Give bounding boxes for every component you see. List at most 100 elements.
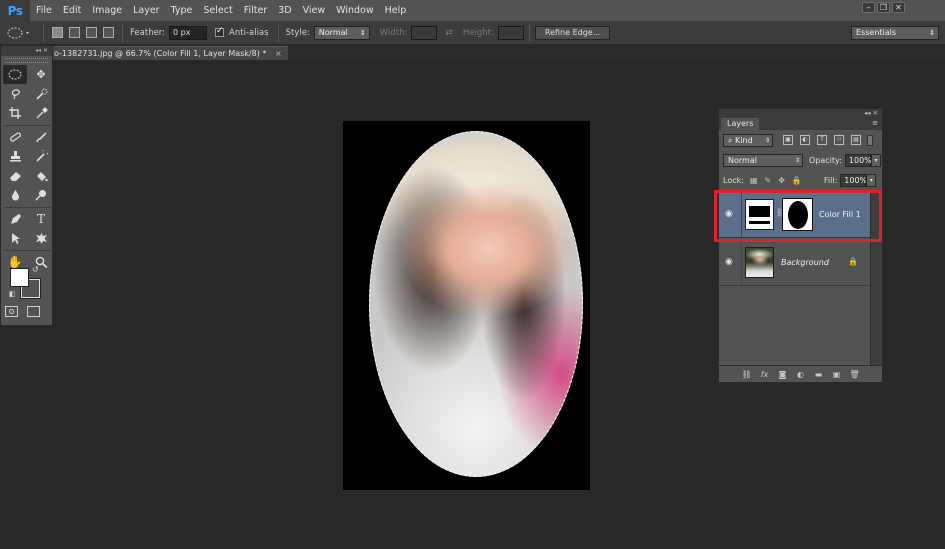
minimize-button[interactable]: –	[862, 2, 875, 13]
width-input[interactable]	[411, 25, 438, 40]
trash-icon[interactable]: 🗑	[850, 370, 860, 379]
antialias-checkbox[interactable]	[215, 26, 225, 37]
swap-colors-icon[interactable]: ↺	[32, 265, 39, 274]
lasso-tool[interactable]	[3, 85, 27, 104]
screen-mode-button[interactable]	[27, 306, 40, 317]
dodge-tool[interactable]	[29, 186, 53, 205]
restore-button[interactable]: ❐	[877, 2, 890, 13]
opacity-dropdown[interactable]: ▾	[870, 153, 881, 167]
fill-dropdown[interactable]: ▾	[866, 173, 877, 187]
tab-layers[interactable]: Layers	[721, 118, 760, 130]
adjustment-icon[interactable]: ◐	[796, 370, 806, 379]
document-tab[interactable]: o-1382731.jpg @ 66.7% (Color Fill 1, Lay…	[52, 46, 288, 60]
lock-image-icon[interactable]: ✎	[765, 176, 772, 185]
menu-select[interactable]: Select	[197, 0, 237, 21]
new-layer-icon[interactable]: ▣	[832, 370, 842, 379]
quick-selection-tool[interactable]	[29, 85, 53, 104]
link-icon[interactable]: ⛓	[742, 370, 752, 379]
lock-position-icon[interactable]: ✥	[778, 176, 785, 185]
intersect-selection-button[interactable]	[103, 27, 114, 38]
brush-tool[interactable]	[29, 128, 53, 147]
foreground-color-swatch[interactable]	[10, 268, 29, 287]
mask-icon[interactable]: ◙	[778, 370, 788, 379]
menu-edit[interactable]: Edit	[57, 0, 86, 21]
pixel-filter-icon[interactable]: ▣	[783, 135, 793, 145]
menu-3d[interactable]: 3D	[272, 0, 296, 21]
fx-icon[interactable]: fx	[760, 370, 770, 379]
lock-transparent-icon[interactable]: ▦	[750, 176, 758, 185]
style-value: Normal	[318, 27, 348, 37]
tool-preset-picker[interactable]	[0, 23, 38, 43]
quick-mask-button[interactable]	[5, 306, 18, 317]
filter-toggle[interactable]	[867, 134, 873, 146]
layer-row-background[interactable]: ◉ Background 🔒	[719, 239, 871, 286]
menu-layer[interactable]: Layer	[127, 0, 165, 21]
refine-edge-button[interactable]: Refine Edge...	[534, 25, 611, 40]
layer-name[interactable]: Background	[781, 258, 829, 267]
chevron-updown-icon: ⇕	[794, 156, 800, 164]
eye-icon[interactable]: ◉	[725, 257, 737, 267]
clone-stamp-tool[interactable]	[3, 147, 27, 166]
default-colors-icon[interactable]: ◧	[9, 290, 16, 298]
selection-marquee	[369, 131, 583, 477]
highlight-box	[714, 190, 882, 242]
panel-header[interactable]: ◂◂ ✕	[719, 109, 882, 118]
fill-input[interactable]: 100%	[840, 173, 867, 187]
adjustment-filter-icon[interactable]: ◐	[800, 135, 810, 145]
path-selection-tool[interactable]	[3, 229, 27, 248]
eraser-tool[interactable]	[3, 167, 27, 186]
mode-row	[5, 306, 40, 317]
filter-kind-select[interactable]: ⌕ Kind ⇕	[723, 133, 773, 147]
antialias-toggle[interactable]: Anti-alias	[215, 26, 273, 38]
menu-help[interactable]: Help	[379, 0, 412, 21]
add-to-selection-button[interactable]	[69, 27, 80, 38]
menu-image[interactable]: Image	[86, 0, 127, 21]
shape-filter-icon[interactable]: ⌑	[834, 135, 844, 145]
menu-view[interactable]: View	[297, 0, 331, 21]
elliptical-marquee-tool[interactable]	[3, 65, 27, 84]
swap-dimensions-icon[interactable]: ⇄	[445, 28, 453, 38]
custom-shape-tool[interactable]	[29, 229, 53, 248]
eyedropper-tool[interactable]	[29, 104, 53, 123]
feather-input[interactable]: 0 px	[169, 25, 208, 40]
close-tab-icon[interactable]: ×	[275, 49, 282, 58]
splat-shape-icon	[35, 233, 47, 245]
elliptical-marquee-icon	[7, 27, 29, 38]
workspace-select[interactable]: Essentials ⇕	[851, 26, 939, 40]
document-canvas[interactable]	[343, 121, 590, 490]
menu-window[interactable]: Window	[330, 0, 378, 21]
opacity-label: Opacity:	[809, 155, 842, 165]
menu-type[interactable]: Type	[165, 0, 198, 21]
type-filter-icon[interactable]: T	[817, 135, 827, 145]
type-tool[interactable]: T	[29, 210, 53, 229]
quick-selection-icon	[35, 88, 47, 100]
new-selection-button[interactable]	[52, 27, 63, 38]
dodge-icon	[34, 190, 46, 201]
paint-bucket-tool[interactable]	[29, 167, 53, 186]
move-tool[interactable]: ✥	[29, 65, 53, 84]
panel-menu-icon[interactable]: ≡	[872, 119, 878, 127]
chevron-updown-icon: ⇕	[929, 29, 935, 37]
menu-filter[interactable]: Filter	[238, 0, 273, 21]
blend-mode-select[interactable]: Normal ⇕	[723, 153, 803, 167]
height-input[interactable]	[497, 25, 524, 40]
history-brush-tool[interactable]	[29, 147, 53, 166]
toolbox-header[interactable]: ◂◂ ✕	[1, 46, 52, 56]
toolbox: ◂◂ ✕ ✥ T ✋ ↺ ◧	[0, 45, 53, 326]
menu-file[interactable]: File	[30, 0, 57, 21]
smart-object-filter-icon[interactable]: ▤	[851, 135, 861, 145]
crop-tool[interactable]	[3, 104, 27, 123]
close-button[interactable]: ✕	[892, 2, 905, 13]
height-label: Height:	[462, 27, 494, 38]
opacity-input[interactable]: 100%	[844, 153, 872, 167]
spot-healing-brush-tool[interactable]	[3, 128, 27, 147]
subtract-from-selection-button[interactable]	[86, 27, 97, 38]
filter-row: ⌕ Kind ⇕ ▣ ◐ T ⌑ ▤	[719, 130, 882, 150]
folder-icon[interactable]: ▬	[814, 370, 824, 379]
style-select[interactable]: Normal ⇕	[313, 25, 370, 40]
toolbox-grip[interactable]	[5, 58, 48, 63]
lock-all-icon[interactable]: 🔒	[792, 176, 802, 185]
blur-tool[interactable]	[3, 186, 27, 205]
background-layer-thumbnail[interactable]	[745, 247, 774, 278]
pen-tool[interactable]	[3, 210, 27, 229]
